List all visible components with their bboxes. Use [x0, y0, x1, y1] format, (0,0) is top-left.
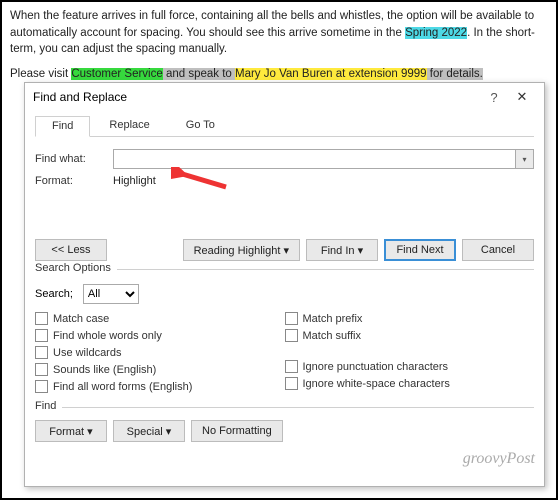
check-whole-words[interactable]: Find whole words only: [35, 329, 285, 342]
highlight-yellow: Mary Jo Van Buren at extension 9999: [235, 68, 427, 80]
check-match-prefix[interactable]: Match prefix: [285, 312, 535, 325]
find-format-group: Find Format ▾ Special ▾ No Formatting: [35, 407, 534, 442]
highlight-gray: and speak to: [163, 68, 235, 80]
checkbox-icon: [285, 329, 298, 342]
check-wildcards[interactable]: Use wildcards: [35, 346, 285, 359]
watermark: groovyPost: [463, 450, 535, 468]
check-ignore-punct[interactable]: Ignore punctuation characters: [285, 360, 535, 373]
checkbox-col-left: Match case Find whole words only Use wil…: [35, 312, 285, 397]
checkbox-columns: Match case Find whole words only Use wil…: [35, 312, 534, 397]
check-sounds-like[interactable]: Sounds like (English): [35, 363, 285, 376]
checkbox-icon: [35, 312, 48, 325]
find-replace-dialog: Find and Replace ? ✕ Find Replace Go To …: [24, 82, 545, 487]
no-formatting-button[interactable]: No Formatting: [191, 420, 283, 442]
close-button[interactable]: ✕: [508, 89, 536, 105]
highlight-green: Customer Service: [71, 68, 162, 80]
format-label: Format:: [35, 175, 113, 187]
format-button[interactable]: Format ▾: [35, 420, 107, 442]
checkbox-icon: [285, 377, 298, 390]
search-label: Search;: [35, 288, 73, 300]
paragraph-1: When the feature arrives in full force, …: [10, 8, 548, 58]
find-next-button[interactable]: Find Next: [384, 239, 456, 261]
check-match-case[interactable]: Match case: [35, 312, 285, 325]
checkbox-col-right: Match prefix Match suffix Ignore punctua…: [285, 312, 535, 397]
checkbox-icon: [285, 312, 298, 325]
find-group-title: Find: [35, 400, 62, 412]
tab-goto[interactable]: Go To: [169, 115, 232, 136]
help-button[interactable]: ?: [480, 90, 508, 105]
search-options-title: Search Options: [35, 262, 117, 274]
cancel-button[interactable]: Cancel: [462, 239, 534, 261]
dialog-title: Find and Replace: [33, 90, 480, 104]
checkbox-icon: [285, 360, 298, 373]
find-what-input[interactable]: [113, 149, 516, 169]
highlight-gray: for details.: [427, 68, 483, 80]
format-value: Highlight: [113, 175, 156, 187]
tab-find[interactable]: Find: [35, 116, 90, 137]
dialog-content: Find Replace Go To Find what: ▾ Format: …: [25, 111, 544, 486]
find-what-row: Find what: ▾: [35, 149, 534, 169]
checkbox-icon: [35, 329, 48, 342]
checkbox-icon: [35, 380, 48, 393]
main-button-row: << Less Reading Highlight ▾ Find In ▾ Fi…: [35, 239, 534, 261]
search-direction-row: Search; All: [35, 284, 534, 304]
less-button[interactable]: << Less: [35, 239, 107, 261]
search-options-group: Search Options Search; All Match case Fi…: [35, 269, 534, 397]
find-format-buttons: Format ▾ Special ▾ No Formatting: [35, 420, 534, 442]
tab-replace[interactable]: Replace: [92, 115, 166, 136]
tab-strip: Find Replace Go To: [35, 115, 534, 137]
reading-highlight-button[interactable]: Reading Highlight ▾: [183, 239, 300, 261]
highlight-cyan: Spring 2022: [405, 27, 467, 39]
titlebar[interactable]: Find and Replace ? ✕: [25, 83, 544, 111]
special-button[interactable]: Special ▾: [113, 420, 185, 442]
checkbox-icon: [35, 346, 48, 359]
text: Please visit: [10, 68, 71, 80]
find-what-dropdown[interactable]: ▾: [516, 149, 534, 169]
paragraph-2: Please visit Customer Service and speak …: [10, 66, 548, 83]
check-ignore-whitespace[interactable]: Ignore white-space characters: [285, 377, 535, 390]
search-direction-select[interactable]: All: [83, 284, 139, 304]
find-in-button[interactable]: Find In ▾: [306, 239, 378, 261]
checkbox-icon: [35, 363, 48, 376]
find-what-label: Find what:: [35, 153, 113, 165]
check-word-forms[interactable]: Find all word forms (English): [35, 380, 285, 393]
format-row: Format: Highlight: [35, 175, 534, 187]
check-match-suffix[interactable]: Match suffix: [285, 329, 535, 342]
